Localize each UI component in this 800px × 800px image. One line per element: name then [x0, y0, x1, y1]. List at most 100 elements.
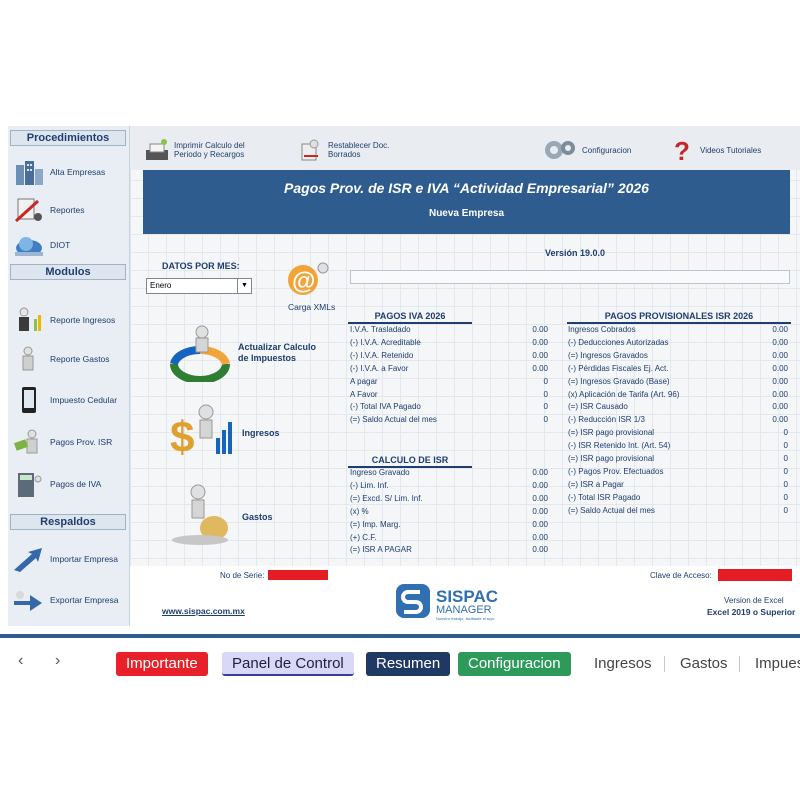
imprimir-button[interactable]: Imprimir Calculo del Periodo y Recargos — [144, 136, 245, 164]
refresh-person-icon — [170, 325, 230, 382]
sidebar-item-exportar-empresa[interactable]: Exportar Empresa — [8, 582, 130, 618]
sidebar-item-diot[interactable]: DIOT — [8, 227, 130, 263]
gastos-label: Gastos — [242, 512, 273, 522]
row-label: Ingreso Gravado — [350, 468, 410, 477]
actualizar-calculo-button[interactable]: Actualizar Calculo de Impuestos — [166, 322, 336, 382]
sidebar-item-reportes[interactable]: Reportes — [8, 192, 130, 228]
table-row: A pagar 0 — [350, 377, 548, 390]
sidebar-item-reporte-ingresos[interactable]: Reporte Ingresos — [8, 302, 130, 338]
logo-bottom: MANAGER — [436, 604, 492, 616]
tab-configuracion[interactable]: Configuracion — [458, 652, 571, 676]
tab-gastos[interactable]: Gastos — [670, 652, 738, 676]
row-label: (=) Ingresos Gravado (Base) — [568, 376, 670, 386]
row-value: 0.00 — [532, 350, 548, 360]
carga-xmls-label[interactable]: Carga XMLs — [288, 302, 335, 312]
tab-panel-de-control[interactable]: Panel de Control — [222, 652, 354, 676]
row-value: 0.00 — [772, 402, 788, 412]
row-label: A pagar — [350, 376, 378, 386]
company-name: Nueva Empresa — [428, 208, 505, 219]
row-value: 0.00 — [532, 468, 548, 477]
table-row: (=) ISR pago provisional 0 — [568, 454, 788, 467]
ingresos-button[interactable]: $ Ingresos — [170, 398, 310, 464]
table-row: (=) Saldo Actual del mes 0 — [350, 415, 548, 428]
sidebar-item-pagos-iva[interactable]: Pagos de IVA — [8, 466, 130, 502]
row-value: 0 — [783, 479, 788, 489]
ingresos-label: Ingresos — [242, 428, 280, 438]
row-label: (-) Deducciones Autorizadas — [568, 337, 669, 347]
table-row: (-) Lim. Inf. 0.00 — [350, 481, 548, 494]
tab-ingresos[interactable]: Ingresos — [584, 652, 662, 676]
table-row: (=) ISR A PAGAR 0.00 — [350, 545, 548, 558]
sidebar: Procedimientos Alta Empresas Reportes DI… — [8, 126, 130, 626]
sidebar-item-alta-empresas[interactable]: Alta Empresas — [8, 154, 130, 190]
actualizar-calculo-label: Actualizar Calculo de Impuestos — [238, 342, 317, 363]
row-label: (=) ISR pago provisional — [568, 428, 655, 438]
logo-tagline: Nuestro trabajo, facilitarte el tuyo — [436, 616, 495, 621]
restablecer-label: Restablecer Doc. Borrados — [328, 141, 390, 159]
clave-field[interactable] — [718, 569, 792, 581]
table-row: (=) Saldo Actual del mes 0 — [568, 506, 788, 519]
datos-por-mes-label: DATOS POR MES: — [162, 261, 240, 271]
videos-tutoriales-button[interactable]: ? Videos Tutoriales — [670, 136, 761, 164]
sidebar-item-label: DIOT — [50, 240, 71, 250]
svg-text:@: @ — [292, 268, 315, 295]
question-icon: ? — [674, 136, 690, 164]
sidebar-item-pagos-prov-isr[interactable]: Pagos Prov. ISR — [8, 424, 130, 460]
modulos-header: Modulos — [10, 264, 126, 280]
row-value: 0 — [783, 466, 788, 476]
chevron-down-icon[interactable]: ▼ — [237, 279, 251, 293]
printer-person-icon — [146, 139, 168, 160]
tools-icon — [14, 198, 42, 223]
table-row: (-) Pérdidas Fiscales Ej. Act. 0.00 — [568, 364, 788, 377]
table-row: I.V.A. Trasladado 0.00 — [350, 325, 548, 338]
row-value: 0 — [543, 376, 548, 386]
row-label: (-) Reducción ISR 1/3 — [568, 415, 645, 425]
sheet-tabs: ‹ › Importante Panel de Control Resumen Con… — [0, 646, 800, 680]
gastos-button[interactable]: Gastos — [170, 480, 310, 550]
row-label: (=) ISR Causado — [568, 402, 628, 412]
configuracion-button[interactable]: Configuracion — [542, 136, 631, 164]
row-value: 0.00 — [532, 480, 548, 490]
imprimir-label: Imprimir Calculo del Periodo y Recargos — [174, 141, 245, 159]
restablecer-button[interactable]: Restablecer Doc. Borrados — [298, 136, 389, 164]
at-sign-icon[interactable]: @ — [285, 258, 331, 298]
clave-label: Clave de Acceso: — [650, 571, 712, 580]
calculator-person-icon — [18, 473, 42, 497]
tab-importante[interactable]: Importante — [116, 652, 208, 676]
prev-sheet-icon[interactable]: ‹ — [18, 652, 23, 670]
pagos-iva-title: PAGOS IVA 2026 — [348, 310, 472, 324]
row-label: (-) I.V.A. Acreditable — [350, 337, 421, 347]
row-label: (-) Lim. Inf. — [350, 480, 389, 490]
control-panel: Imprimir Calculo del Periodo y Recargos … — [130, 126, 800, 636]
row-value: 0.00 — [532, 519, 548, 529]
row-value: 0 — [783, 454, 788, 463]
row-value: 0 — [783, 441, 788, 451]
row-value: 0.00 — [532, 325, 548, 334]
website-link[interactable]: www.sispac.com.mx — [162, 606, 245, 616]
tab-resumen[interactable]: Resumen — [366, 652, 451, 676]
row-label: (-) ISR Retenido Int. (Art. 54) — [568, 441, 671, 451]
sidebar-item-reporte-gastos[interactable]: Reporte Gastos — [8, 341, 130, 377]
sidebar-item-label: Impuesto Cedular — [50, 395, 118, 405]
toolbar: Imprimir Calculo del Periodo y Recargos … — [130, 126, 800, 170]
table-row: (x) % 0.00 — [350, 507, 548, 520]
sidebar-item-importar-empresa[interactable]: Importar Empresa — [8, 541, 130, 577]
month-select[interactable]: Enero ▼ — [146, 278, 252, 294]
next-sheet-icon[interactable]: › — [55, 652, 60, 670]
excel-version-label: Version de Excel — [724, 596, 784, 605]
serie-field[interactable] — [268, 570, 328, 580]
calculo-isr-title: CALCULO DE ISR — [348, 454, 472, 468]
procedimientos-header: Procedimientos — [10, 130, 126, 146]
pagos-isr-title: PAGOS PROVISIONALES ISR 2026 — [567, 310, 791, 324]
row-value: 0 — [783, 428, 788, 438]
tab-separator — [739, 656, 740, 672]
row-value: 0.00 — [532, 493, 548, 503]
row-value: 0.00 — [772, 376, 788, 386]
table-row: Ingresos Cobrados 0.00 — [568, 325, 788, 338]
row-label: Ingresos Cobrados — [568, 325, 636, 334]
table-row: (-) Total ISR Pagado 0 — [568, 493, 788, 506]
sidebar-item-impuesto-cedular[interactable]: Impuesto Cedular — [8, 382, 130, 418]
progress-bar — [350, 270, 790, 284]
tab-separator — [664, 656, 665, 672]
tab-impues[interactable]: Impues — [745, 652, 800, 676]
